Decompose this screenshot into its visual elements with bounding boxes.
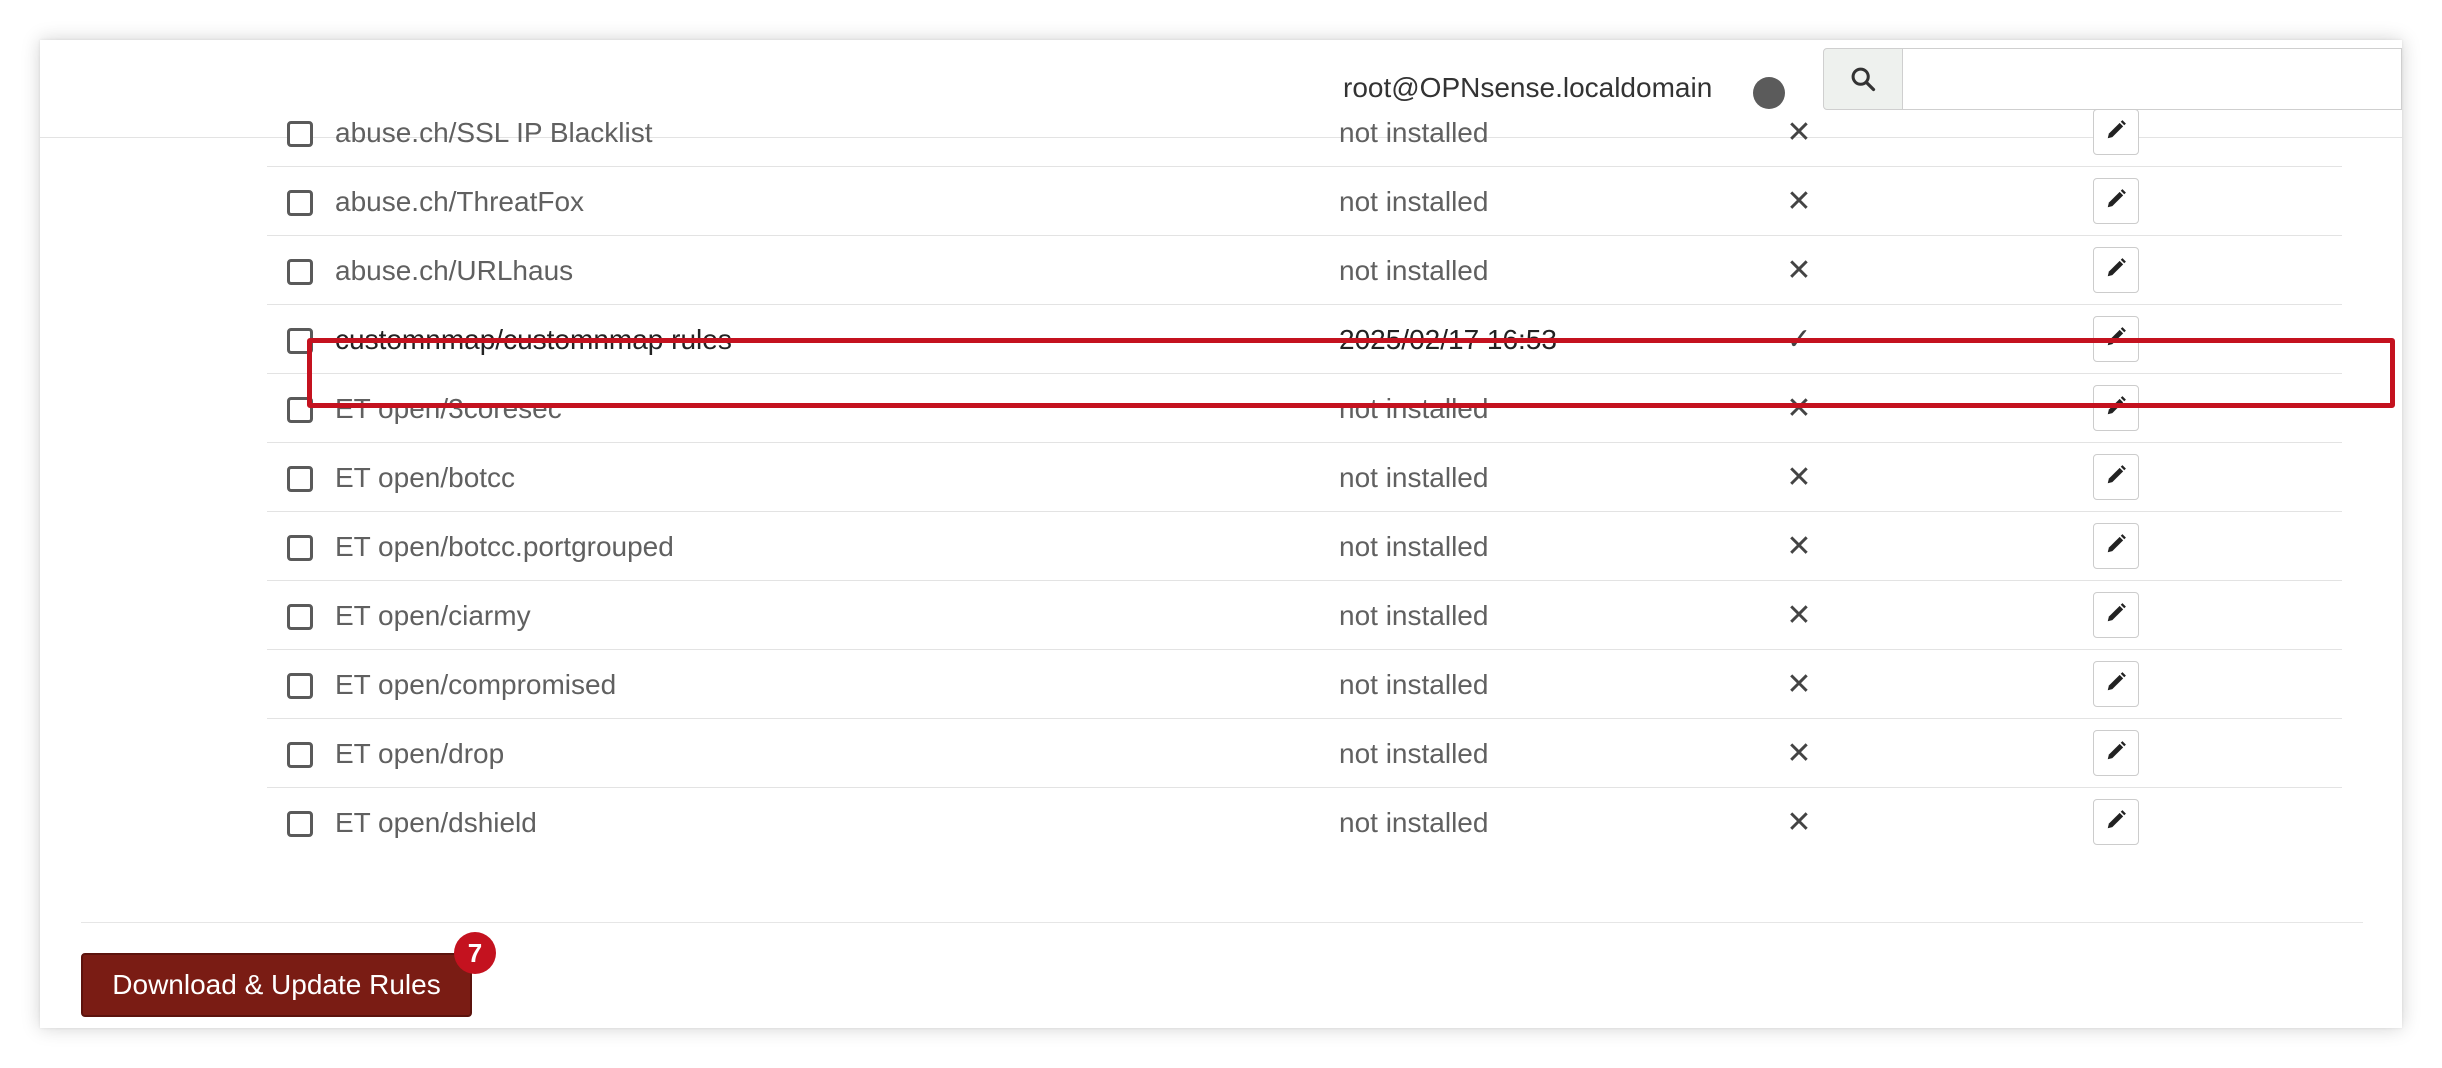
edit-button[interactable] <box>2093 523 2139 569</box>
rule-last-updated: not installed <box>1339 117 1489 148</box>
x-icon: ✕ <box>1786 392 1812 425</box>
row-checkbox[interactable] <box>287 259 313 285</box>
rule-name: ET open/ciarmy <box>335 600 531 631</box>
rule-name: ET open/dshield <box>335 807 537 838</box>
pencil-icon <box>2105 671 2127 698</box>
row-checkbox[interactable] <box>287 673 313 699</box>
step-badge: 7 <box>454 932 496 974</box>
row-checkbox[interactable] <box>287 121 313 147</box>
x-icon: ✕ <box>1786 599 1812 632</box>
table-row[interactable]: ET open/dshield not installed ✕ <box>267 788 2342 857</box>
table-row[interactable]: abuse.ch/SSL IP Blacklist not installed ✕ <box>267 98 2342 167</box>
row-checkbox[interactable] <box>287 604 313 630</box>
rule-last-updated: not installed <box>1339 462 1489 493</box>
row-checkbox[interactable] <box>287 535 313 561</box>
table-row[interactable]: ET open/botcc not installed ✕ <box>267 443 2342 512</box>
pencil-icon <box>2105 395 2127 422</box>
rule-name: abuse.ch/ThreatFox <box>335 186 585 217</box>
edit-button[interactable] <box>2093 799 2139 845</box>
rule-name: ET open/botcc.portgrouped <box>335 531 674 562</box>
edit-button[interactable] <box>2093 661 2139 707</box>
rule-last-updated: not installed <box>1339 255 1489 286</box>
x-icon: ✕ <box>1786 254 1812 287</box>
edit-button[interactable] <box>2093 247 2139 293</box>
rule-name: customnmap/customnmap rules <box>335 324 732 355</box>
rule-name: abuse.ch/SSL IP Blacklist <box>335 117 653 148</box>
x-icon: ✕ <box>1786 185 1812 218</box>
table-row[interactable]: ET open/ciarmy not installed ✕ <box>267 581 2342 650</box>
edit-button[interactable] <box>2093 109 2139 155</box>
row-checkbox[interactable] <box>287 811 313 837</box>
rule-last-updated: not installed <box>1339 738 1489 769</box>
edit-button[interactable] <box>2093 454 2139 500</box>
footer-divider <box>81 922 2363 923</box>
rule-name: ET open/compromised <box>335 669 617 700</box>
table-row[interactable]: ET open/drop not installed ✕ <box>267 719 2342 788</box>
table-row[interactable]: ET open/compromised not installed ✕ <box>267 650 2342 719</box>
rule-name: ET open/drop <box>335 738 505 769</box>
pencil-icon <box>2105 809 2127 836</box>
table-row[interactable]: abuse.ch/URLhaus not installed ✕ <box>267 236 2342 305</box>
row-checkbox[interactable] <box>287 466 313 492</box>
table-row[interactable]: ET open/3coresec not installed ✕ <box>267 374 2342 443</box>
row-checkbox[interactable] <box>287 397 313 423</box>
x-icon: ✕ <box>1786 668 1812 701</box>
edit-button[interactable] <box>2093 730 2139 776</box>
download-update-rules-button[interactable]: Download & Update Rules <box>81 953 472 1017</box>
pencil-icon <box>2105 602 2127 629</box>
pencil-icon <box>2105 188 2127 215</box>
x-icon: ✕ <box>1786 116 1812 149</box>
rule-last-updated: not installed <box>1339 807 1489 838</box>
check-icon: ✓ <box>1786 323 1812 356</box>
rule-name: abuse.ch/URLhaus <box>335 255 574 286</box>
edit-button[interactable] <box>2093 385 2139 431</box>
pencil-icon <box>2105 533 2127 560</box>
rule-last-updated: not installed <box>1339 531 1489 562</box>
rule-name: ET open/botcc <box>335 462 516 493</box>
table-row[interactable]: abuse.ch/ThreatFox not installed ✕ <box>267 167 2342 236</box>
pencil-icon <box>2105 326 2127 353</box>
edit-button[interactable] <box>2093 178 2139 224</box>
pencil-icon <box>2105 119 2127 146</box>
x-icon: ✕ <box>1786 737 1812 770</box>
x-icon: ✕ <box>1786 461 1812 494</box>
pencil-icon <box>2105 257 2127 284</box>
rule-last-updated: 2025/02/17 16:53 <box>1339 324 1557 355</box>
table-row[interactable]: ET open/botcc.portgrouped not installed ✕ <box>267 512 2342 581</box>
row-checkbox[interactable] <box>287 742 313 768</box>
rule-last-updated: not installed <box>1339 600 1489 631</box>
rule-name: ET open/3coresec <box>335 393 562 424</box>
edit-button[interactable] <box>2093 592 2139 638</box>
x-icon: ✕ <box>1786 806 1812 839</box>
search-icon <box>1851 67 1876 92</box>
pencil-icon <box>2105 464 2127 491</box>
row-checkbox[interactable] <box>287 190 313 216</box>
row-checkbox[interactable] <box>287 328 313 354</box>
rule-last-updated: not installed <box>1339 669 1489 700</box>
rule-last-updated: not installed <box>1339 186 1489 217</box>
edit-button[interactable] <box>2093 316 2139 362</box>
rules-table: abuse.ch/SSL IP Blacklist not installed ✕ a… <box>267 98 2342 857</box>
pencil-icon <box>2105 740 2127 767</box>
x-icon: ✕ <box>1786 530 1812 563</box>
rule-last-updated: not installed <box>1339 393 1489 424</box>
table-row[interactable]: customnmap/customnmap rules 2025/02/17 16… <box>267 305 2342 374</box>
